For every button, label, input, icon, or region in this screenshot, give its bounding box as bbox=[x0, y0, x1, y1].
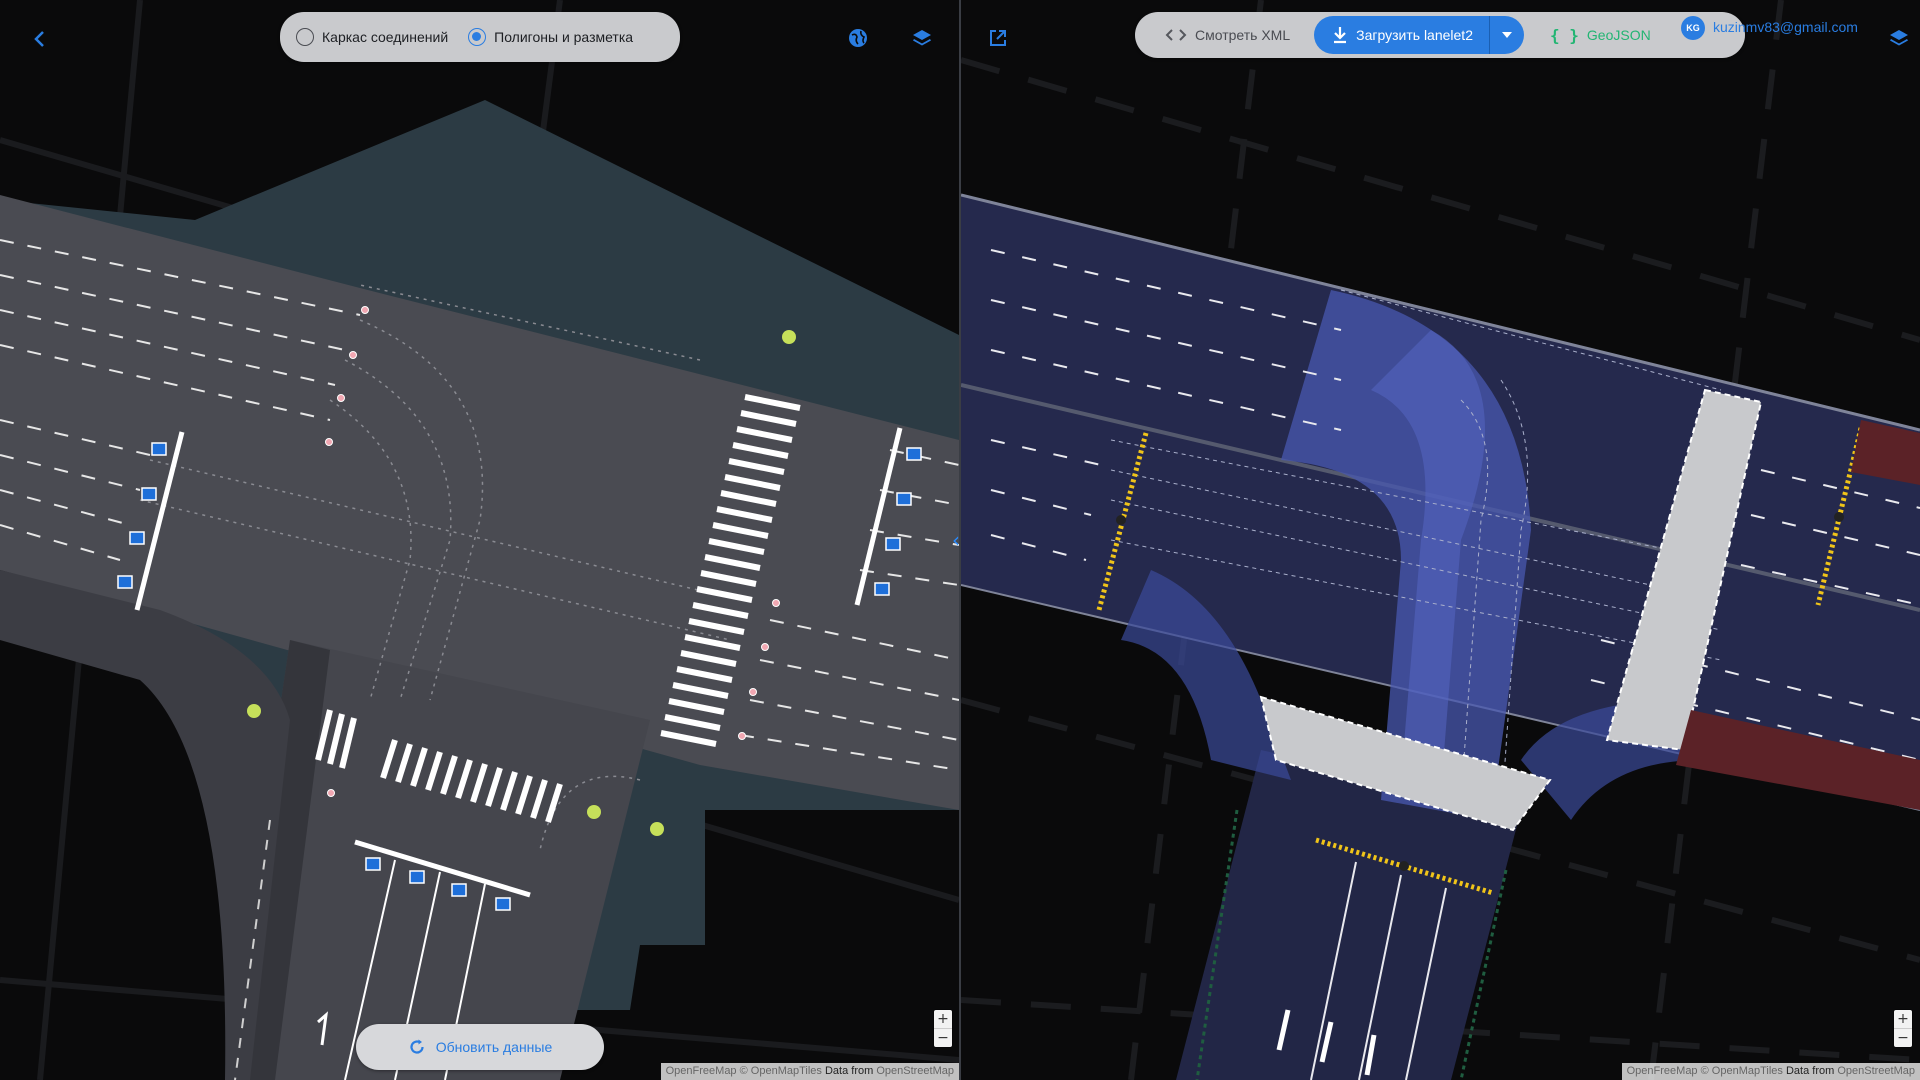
code-icon bbox=[1165, 29, 1187, 41]
download-split-button: Загрузить lanelet2 bbox=[1314, 16, 1524, 54]
user-email[interactable]: kuzinmv83@gmail.com bbox=[1713, 19, 1858, 35]
attribution-openfreemap[interactable]: OpenFreeMap bbox=[666, 1065, 737, 1077]
view-mode-toggle: Каркас соединений Полигоны и разметка bbox=[280, 12, 680, 62]
attribution-osm[interactable]: OpenStreetMap bbox=[1837, 1065, 1915, 1077]
layers-icon bbox=[913, 30, 931, 46]
road-network-map-left[interactable] bbox=[0, 0, 959, 1080]
zoom-out-button[interactable]: − bbox=[1894, 1028, 1912, 1047]
attribution-osm[interactable]: OpenStreetMap bbox=[876, 1065, 954, 1077]
map-attribution-left: OpenFreeMap © OpenMapTiles Data from Ope… bbox=[660, 1063, 959, 1080]
caret-down-icon bbox=[1501, 32, 1512, 38]
option-polygons-label: Полигоны и разметка bbox=[494, 29, 634, 45]
open-external-button[interactable] bbox=[980, 20, 1016, 56]
basemap-toggle-button[interactable] bbox=[840, 20, 876, 56]
zoom-control-left: + − bbox=[934, 1010, 952, 1047]
layers-button-right[interactable] bbox=[1881, 20, 1917, 56]
refresh-data-label: Обновить данные bbox=[435, 1039, 553, 1055]
user-avatar[interactable]: KG bbox=[1681, 16, 1705, 40]
chevron-left-icon bbox=[34, 31, 44, 47]
export-toolbar: Смотреть XML Загрузить lanelet2 { } GeoJ… bbox=[1135, 12, 1745, 58]
back-button[interactable] bbox=[22, 21, 58, 57]
zoom-in-button[interactable]: + bbox=[934, 1010, 952, 1028]
download-lanelet2-label: Загрузить lanelet2 bbox=[1356, 27, 1473, 43]
attribution-openmaptiles[interactable]: © OpenMapTiles bbox=[740, 1065, 822, 1077]
zoom-out-button[interactable]: − bbox=[934, 1028, 952, 1047]
braces-icon: { } bbox=[1549, 25, 1579, 45]
zoom-control-right: + − bbox=[1894, 1010, 1912, 1047]
view-xml-label: Смотреть XML bbox=[1195, 27, 1291, 43]
map-attribution-right: OpenFreeMap © OpenMapTiles Data from Ope… bbox=[1621, 1063, 1920, 1080]
zoom-in-button[interactable]: + bbox=[1894, 1010, 1912, 1028]
refresh-data-button[interactable]: Обновить данные bbox=[356, 1024, 604, 1070]
attribution-openmaptiles[interactable]: © OpenMapTiles bbox=[1701, 1065, 1783, 1077]
download-lanelet2-button[interactable]: Загрузить lanelet2 bbox=[1314, 16, 1489, 54]
option-wireframe-label: Каркас соединений bbox=[322, 29, 449, 45]
download-options-dropdown[interactable] bbox=[1490, 16, 1524, 54]
attribution-data-from: Data from bbox=[1785, 1065, 1835, 1077]
layers-button[interactable] bbox=[904, 20, 940, 56]
map-view-left[interactable]: Каркас соединений Полигоны и разметка Об… bbox=[0, 0, 959, 1080]
radio-polygons[interactable] bbox=[468, 28, 487, 46]
lanelet-map-right[interactable] bbox=[961, 0, 1920, 1080]
refresh-icon bbox=[410, 1039, 424, 1054]
attribution-openfreemap[interactable]: OpenFreeMap bbox=[1627, 1065, 1698, 1077]
globe-icon bbox=[849, 29, 867, 47]
view-xml-button[interactable]: Смотреть XML bbox=[1165, 15, 1290, 55]
geojson-label: GeoJSON bbox=[1586, 27, 1651, 43]
layers-icon bbox=[1890, 30, 1908, 46]
option-wireframe[interactable]: Каркас соединений bbox=[286, 28, 458, 46]
option-polygons[interactable]: Полигоны и разметка bbox=[458, 28, 643, 46]
external-link-icon bbox=[990, 30, 1006, 46]
radio-wireframe[interactable] bbox=[296, 28, 314, 46]
download-icon bbox=[1334, 27, 1347, 44]
geojson-button[interactable]: { } GeoJSON bbox=[1550, 15, 1651, 55]
attribution-data-from: Data from bbox=[824, 1065, 874, 1077]
map-view-right[interactable]: Смотреть XML Загрузить lanelet2 { } GeoJ… bbox=[961, 0, 1920, 1080]
